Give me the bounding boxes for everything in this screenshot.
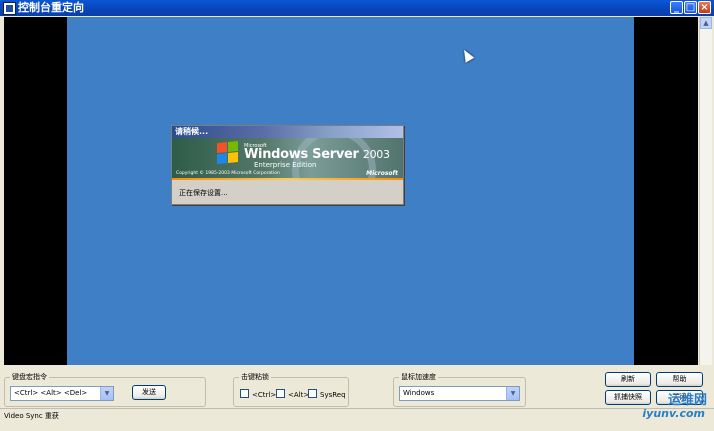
microsoft-brand: Microsoft [366,170,398,177]
alt-checkbox-label: <Alt> [288,391,310,399]
dialog-title: 请稍候... [172,126,403,138]
product-name-text: Windows Server [244,147,359,162]
product-name: Windows Server 2003 [244,147,390,162]
keyboard-macro-group: 键盘宏指令 <Ctrl> <Alt> <Del> ▼ 发送 [4,372,206,407]
minimize-button[interactable]: _ [670,1,683,14]
dialog-status-text: 正在保存设置... [179,189,228,197]
refresh-button[interactable]: 刷新 [605,372,651,387]
vertical-scrollbar[interactable]: ▲ [699,17,712,365]
window-title: 控制台重定向 [18,1,84,14]
chevron-down-icon[interactable]: ▼ [506,387,519,400]
keyboard-macro-legend: 键盘宏指令 [10,372,49,382]
sysreq-checkbox-box[interactable] [308,389,317,398]
banner-stripe [172,178,403,180]
windows-flag-icon [217,140,239,165]
mouse-acceleration-value: Windows [403,389,435,397]
close-window-button[interactable]: × [698,1,711,14]
chevron-down-icon[interactable]: ▼ [100,387,113,400]
sysreq-checkbox[interactable]: SysReq [308,389,346,400]
product-version: 2003 [362,148,390,161]
windows-status-dialog: 请稍候... Microsoft Windows Server 2003 Ent… [171,125,404,205]
copyright-text: Copyright © 1985-2003 Microsoft Corporat… [176,171,280,176]
alt-checkbox-box[interactable] [276,389,285,398]
mouse-acceleration-legend: 鼠标加速度 [399,372,438,382]
sysreq-checkbox-label: SysReq [320,391,346,399]
title-bar: 控制台重定向 _ □ × [0,0,714,16]
mouse-cursor-icon [459,47,475,63]
sticky-keys-group: 击键粘锁 <Ctrl> <Alt> SysReq [233,372,349,407]
scroll-up-icon[interactable]: ▲ [700,17,712,29]
product-edition: Enterprise Edition [254,161,317,169]
app-icon [3,2,16,15]
ctrl-checkbox-box[interactable] [240,389,249,398]
alt-checkbox[interactable]: <Alt> [276,389,309,400]
ctrl-checkbox-label: <Ctrl> [252,391,277,399]
mouse-acceleration-select[interactable]: Windows ▼ [399,386,520,401]
status-text: Video Sync 重获 [4,412,59,420]
sticky-keys-legend: 击键粘锁 [239,372,271,382]
send-button[interactable]: 发送 [132,385,166,400]
remote-console-viewport[interactable]: 请稍候... Microsoft Windows Server 2003 Ent… [4,17,698,365]
mouse-acceleration-group: 鼠标加速度 Windows ▼ [393,372,526,407]
watermark-main: 运维网 [667,393,707,408]
keyboard-macro-select[interactable]: <Ctrl> <Alt> <Del> ▼ [10,386,114,401]
maximize-button[interactable]: □ [684,1,697,14]
help-button[interactable]: 帮助 [656,372,703,387]
watermark-sub: iyunv.com [642,407,705,420]
site-watermark: 运维网 iyunv.com [616,389,711,429]
status-bar: Video Sync 重获 [0,408,714,431]
keyboard-macro-value: <Ctrl> <Alt> <Del> [14,389,88,397]
windows-server-banner: Microsoft Windows Server 2003 Enterprise… [172,138,403,180]
ctrl-checkbox[interactable]: <Ctrl> [240,389,276,400]
